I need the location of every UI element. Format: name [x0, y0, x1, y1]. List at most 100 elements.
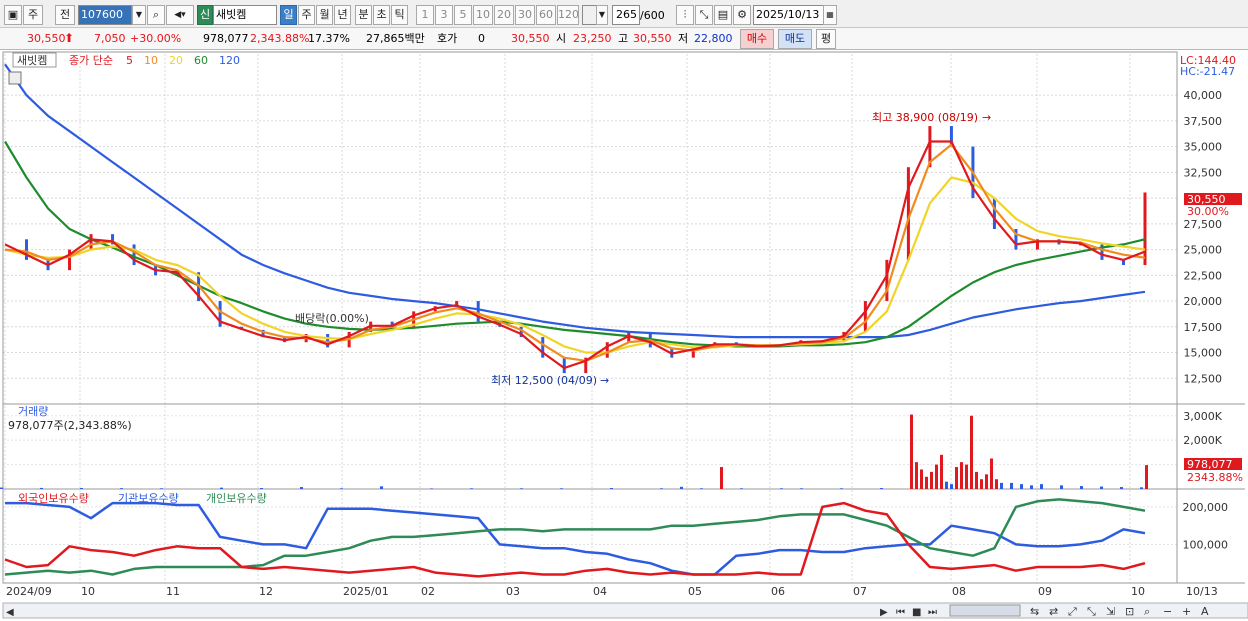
interval-60[interactable]: 60 — [536, 5, 556, 25]
volume-panel-value: 978,077주(2,343.88%) — [8, 419, 132, 432]
candle-body — [25, 239, 29, 260]
zoom-tool-icon: + — [1182, 605, 1191, 618]
save-icon[interactable]: ▤ — [714, 5, 732, 25]
price-tick-label: 37,500 — [1184, 115, 1223, 128]
count-input[interactable]: 265 — [612, 5, 640, 25]
volume-bar — [680, 486, 683, 489]
month-label: 12 — [259, 585, 273, 598]
period-day[interactable]: 일 — [280, 5, 297, 25]
interval-3[interactable]: 3 — [435, 5, 453, 25]
month-label: 2025/01 — [343, 585, 389, 598]
month-label: 02 — [421, 585, 435, 598]
price-tick-label: 20,000 — [1184, 295, 1223, 308]
zoom-tool-icon: ⌕ — [1144, 605, 1150, 618]
holding-tick-label: 200,000 — [1183, 501, 1229, 514]
period-month[interactable]: 월 — [316, 5, 333, 25]
holding-tick-label: 100,000 — [1183, 538, 1229, 551]
interval-120[interactable]: 120 — [557, 5, 579, 25]
candle-body — [885, 259, 889, 302]
month-label: 11 — [166, 585, 180, 598]
volume-bar — [800, 488, 803, 489]
price-tick-label: 32,500 — [1184, 166, 1223, 179]
month-label: 07 — [853, 585, 867, 598]
scroll-bar: ◀ ▶ ⏮ ■ ⏭ ⇆ ⇄ ⤢ ⤡ ⇲ ⊡ ⌕ − + A — [2, 602, 1248, 619]
price-change: 7,050 — [94, 32, 126, 45]
volume-bar — [220, 487, 223, 489]
tab-day-button[interactable]: 주 — [23, 5, 43, 25]
pct-tag: 30.00% — [1187, 205, 1229, 218]
price-tick-label: 35,000 — [1184, 141, 1223, 154]
buy-button[interactable]: 매수 — [740, 29, 774, 49]
legend-stock-name: 새빗켐 — [17, 54, 47, 67]
zoom-tool-icon: ⤢ — [1068, 605, 1077, 618]
dividend-annotation: 배당락(0.00%) — [295, 312, 369, 325]
period-year[interactable]: 년 — [334, 5, 351, 25]
stock-chart[interactable]: 2024/09 10 11 12 2025/01 02 03 04 05 06 07 08 09 10 10… — [0, 50, 1248, 621]
candle-icon[interactable]: ⫶ — [676, 5, 694, 25]
volume-bar — [880, 488, 883, 489]
interval-1[interactable]: 1 — [416, 5, 434, 25]
volume-bar — [945, 481, 948, 489]
month-label: 08 — [952, 585, 966, 598]
period-second[interactable]: 초 — [373, 5, 390, 25]
month-label: 10 — [81, 585, 95, 598]
hoga-price: 30,550 — [511, 32, 550, 45]
candle-body — [863, 301, 867, 332]
volume-bar — [1040, 484, 1043, 489]
search-icon[interactable]: ⌕ — [147, 5, 165, 25]
volume: 978,077 — [203, 32, 249, 45]
chart-type-icon[interactable]: ▣ — [4, 5, 22, 25]
volume-bar — [1060, 485, 1063, 489]
volume-bar — [950, 484, 953, 489]
open-label: 시 — [556, 32, 567, 45]
crosshair-icon[interactable]: ⤡ — [695, 5, 713, 25]
legend-ma-5: 5 — [126, 54, 133, 67]
month-label: 09 — [1038, 585, 1052, 598]
interval-dropdown-icon[interactable]: ▼ — [596, 5, 608, 25]
high-arrow-icon: → — [982, 111, 991, 124]
inst-holding-label: 기관보유수량 — [118, 492, 179, 505]
candle-body — [476, 301, 480, 322]
tab-prev-button[interactable]: 전 — [55, 5, 75, 25]
zoom-tool-icon: − — [1163, 605, 1172, 618]
zoom-tool-icon: ⇆ — [1030, 605, 1039, 618]
scrollbar-thumb — [949, 604, 1021, 617]
speaker-icon[interactable]: ◀▾ — [166, 5, 194, 25]
date-picker-icon[interactable]: ▦ — [823, 5, 837, 25]
price-tick-label: 15,000 — [1184, 347, 1223, 360]
volume-bar — [1010, 482, 1013, 489]
interval-20[interactable]: 20 — [494, 5, 514, 25]
volume-bar — [260, 488, 263, 489]
hc-label: HC:-21.47 — [1180, 65, 1235, 78]
change-rate: +30.00% — [130, 32, 182, 45]
interval-30[interactable]: 30 — [515, 5, 535, 25]
foreign-holding-label: 외국인보유수량 — [18, 492, 89, 505]
sell-button[interactable]: 매도 — [778, 29, 812, 49]
quote-bar: 30,550 ⬆ 7,050 +30.00% 978,077 2,343.88%… — [0, 28, 1248, 50]
month-label: 04 — [593, 585, 607, 598]
volume-bar — [740, 488, 743, 489]
volume-bar — [720, 467, 723, 489]
volume-bar — [910, 414, 913, 489]
gear-icon[interactable]: ⚙ — [733, 5, 751, 25]
stock-code-input[interactable]: 107600 — [78, 5, 132, 25]
low-annotation: 최저 12,500 (04/09) — [491, 374, 597, 387]
stock-name-field[interactable]: 새빗켐 — [213, 5, 277, 25]
zoom-tool-icon: ⊡ — [1125, 605, 1134, 618]
eval-button[interactable]: 평 — [816, 29, 836, 49]
interval-5[interactable]: 5 — [454, 5, 472, 25]
volume-bar — [780, 488, 783, 489]
playback-icon: ■ — [912, 607, 921, 618]
month-label: 03 — [506, 585, 520, 598]
interval-10[interactable]: 10 — [473, 5, 493, 25]
volume-bar — [935, 464, 938, 489]
volume-bar — [120, 488, 123, 489]
period-week[interactable]: 주 — [298, 5, 315, 25]
code-dropdown-icon[interactable]: ▼ — [132, 5, 146, 25]
volume-bar — [700, 488, 703, 489]
period-tick[interactable]: 틱 — [391, 5, 408, 25]
month-label: 10/13 — [1186, 585, 1218, 598]
volume-bar — [470, 488, 473, 489]
period-minute[interactable]: 분 — [355, 5, 372, 25]
volume-bar — [930, 471, 933, 489]
